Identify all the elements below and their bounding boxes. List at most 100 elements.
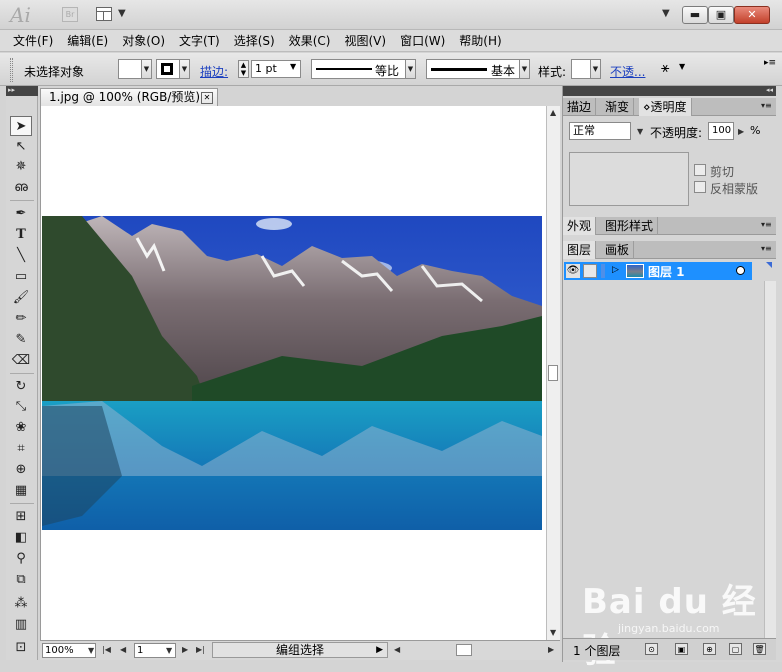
scroll-up-icon[interactable]: ▲ bbox=[550, 108, 556, 117]
placed-landscape-image[interactable] bbox=[42, 216, 542, 530]
scroll-down-icon[interactable]: ▼ bbox=[550, 628, 556, 637]
workspace-dropdown-icon[interactable]: ▼ bbox=[662, 8, 670, 19]
line-tool-icon[interactable]: ╲ bbox=[10, 246, 32, 266]
magic-wand-tool-icon[interactable]: ✵ bbox=[10, 157, 32, 177]
layer-row[interactable]: 👁 ▷ 图层 1 bbox=[564, 262, 772, 280]
menu-window[interactable]: 窗口(W) bbox=[393, 31, 452, 51]
visibility-eye-icon[interactable]: 👁 bbox=[566, 264, 580, 278]
eyedropper-tool-icon[interactable]: ⚲ bbox=[10, 549, 32, 569]
scroll-left-icon[interactable]: ◀ bbox=[394, 645, 400, 654]
type-tool-icon[interactable]: T bbox=[10, 225, 32, 245]
stroke-dropdown[interactable]: ▼ bbox=[179, 59, 190, 79]
brush-definition[interactable]: 基本 bbox=[426, 59, 520, 79]
clip-checkbox[interactable] bbox=[694, 164, 706, 176]
tab-stroke[interactable]: 描边 bbox=[563, 98, 597, 116]
clipping-mask-icon[interactable]: ▣ bbox=[675, 643, 688, 655]
control-bar-grip[interactable] bbox=[10, 58, 13, 82]
first-artboard-icon[interactable]: |◀ bbox=[102, 645, 111, 654]
delete-layer-icon[interactable]: 🗑 bbox=[753, 643, 766, 655]
graphic-style-dropdown[interactable]: ▼ bbox=[590, 59, 601, 79]
mesh-tool-icon[interactable]: ⊞ bbox=[10, 507, 32, 527]
control-panel-menu-icon[interactable]: ▸≡ bbox=[764, 58, 776, 68]
tab-gradient[interactable]: 渐变 bbox=[601, 98, 635, 116]
maximize-button[interactable]: ▣ bbox=[708, 6, 734, 24]
panel-dock-header[interactable]: ◂◂ bbox=[563, 86, 776, 96]
paintbrush-tool-icon[interactable]: 🖌 bbox=[10, 288, 32, 308]
stroke-link[interactable]: 描边: bbox=[200, 63, 228, 80]
gradient-tool-icon[interactable]: ◧ bbox=[10, 528, 32, 548]
layer-selection-area[interactable] bbox=[752, 262, 772, 280]
status-menu-icon[interactable]: ▶ bbox=[376, 643, 383, 657]
layer-target-icon[interactable] bbox=[736, 266, 745, 275]
blend-mode-dropdown-icon[interactable]: ▼ bbox=[637, 127, 643, 136]
menu-type[interactable]: 文字(T) bbox=[172, 31, 227, 51]
last-artboard-icon[interactable]: ▶| bbox=[196, 645, 205, 654]
menu-help[interactable]: 帮助(H) bbox=[452, 31, 508, 51]
close-button[interactable]: ✕ bbox=[734, 6, 770, 24]
stroke-swatch[interactable] bbox=[156, 59, 180, 79]
document-tab[interactable]: 1.jpg @ 100% (RGB/预览) ✕ bbox=[40, 88, 218, 106]
lock-toggle[interactable] bbox=[583, 264, 597, 278]
opacity-mask-thumbnail[interactable] bbox=[569, 152, 689, 206]
brush-dropdown[interactable]: ▼ bbox=[519, 59, 530, 79]
locate-object-icon[interactable]: ⊙ bbox=[645, 643, 658, 655]
isolate-selected-icon[interactable]: ⚹ bbox=[661, 60, 669, 76]
previous-artboard-icon[interactable]: ◀ bbox=[120, 645, 126, 654]
arrange-documents-button[interactable]: ▼ bbox=[96, 6, 130, 23]
pencil-tool-icon[interactable]: ✏ bbox=[10, 309, 32, 329]
shape-builder-tool-icon[interactable]: ⊕ bbox=[10, 460, 32, 480]
tab-artboards[interactable]: 画板 bbox=[601, 241, 635, 259]
new-sublayer-icon[interactable]: ⊕ bbox=[703, 643, 716, 655]
selection-tool-icon[interactable]: ➤ bbox=[10, 116, 32, 136]
invert-mask-checkbox[interactable] bbox=[694, 181, 706, 193]
pen-tool-icon[interactable]: ✒ bbox=[10, 204, 32, 224]
lasso-tool-icon[interactable]: ഌ bbox=[10, 178, 32, 198]
menu-edit[interactable]: 编辑(E) bbox=[60, 31, 115, 51]
rectangle-tool-icon[interactable]: ▭ bbox=[10, 267, 32, 287]
expand-triangle-icon[interactable]: ▷ bbox=[612, 265, 619, 275]
layer-name[interactable]: 图层 1 bbox=[648, 263, 685, 280]
vertical-scroll-thumb[interactable] bbox=[548, 365, 558, 381]
menu-select[interactable]: 选择(S) bbox=[227, 31, 282, 51]
menu-object[interactable]: 对象(O) bbox=[115, 31, 172, 51]
panel-menu-icon[interactable]: ▾≡ bbox=[761, 244, 772, 253]
menu-effect[interactable]: 效果(C) bbox=[282, 31, 338, 51]
eraser-tool-icon[interactable]: ⌫ bbox=[10, 351, 32, 371]
opacity-slider-icon[interactable]: ▶ bbox=[738, 127, 744, 136]
free-transform-tool-icon[interactable]: ⌗ bbox=[10, 439, 32, 459]
blob-brush-tool-icon[interactable]: ✎ bbox=[10, 330, 32, 350]
symbol-sprayer-tool-icon[interactable]: ⁂ bbox=[10, 594, 32, 614]
menu-file[interactable]: 文件(F) bbox=[6, 31, 60, 51]
minimize-button[interactable]: ▬ bbox=[682, 6, 708, 24]
opacity-field[interactable]: 100 bbox=[708, 122, 734, 140]
tab-transparency[interactable]: ⋄透明度 bbox=[639, 98, 692, 116]
tools-panel-header[interactable]: ▸▸ bbox=[6, 86, 38, 96]
fill-swatch[interactable] bbox=[118, 59, 142, 79]
graphic-style-swatch[interactable] bbox=[571, 59, 591, 79]
variable-width-profile[interactable]: 等比 bbox=[311, 59, 406, 79]
new-layer-icon[interactable]: ▢ bbox=[729, 643, 742, 655]
blend-tool-icon[interactable]: ⧉ bbox=[10, 570, 32, 590]
stroke-weight-dropdown-icon[interactable]: ▼ bbox=[290, 62, 296, 71]
warp-tool-icon[interactable]: ❀ bbox=[10, 418, 32, 438]
panel-menu-icon[interactable]: ▾≡ bbox=[761, 101, 772, 110]
perspective-grid-tool-icon[interactable]: ▦ bbox=[10, 481, 32, 501]
column-graph-tool-icon[interactable]: ▥ bbox=[10, 615, 32, 635]
panel-menu-icon[interactable]: ▾≡ bbox=[761, 220, 772, 229]
zoom-dropdown-icon[interactable]: ▼ bbox=[88, 646, 94, 655]
direct-selection-tool-icon[interactable]: ↖ bbox=[10, 137, 32, 157]
stroke-weight-stepper[interactable]: ▲ ▼ bbox=[238, 60, 249, 78]
isolate-dropdown-icon[interactable]: ▼ bbox=[679, 62, 685, 71]
tab-appearance[interactable]: 外观 bbox=[563, 217, 597, 235]
scroll-right-icon[interactable]: ▶ bbox=[548, 645, 554, 654]
scale-tool-icon[interactable]: ⤡ bbox=[10, 397, 32, 417]
menu-view[interactable]: 视图(V) bbox=[337, 31, 393, 51]
close-icon[interactable]: ✕ bbox=[201, 92, 213, 104]
artboard-tool-icon[interactable]: ⊡ bbox=[10, 638, 32, 658]
profile-dropdown[interactable]: ▼ bbox=[405, 59, 416, 79]
horizontal-scroll-thumb[interactable] bbox=[456, 644, 472, 656]
opacity-link[interactable]: 不透... bbox=[610, 63, 645, 80]
tab-graphic-styles[interactable]: 图形样式 bbox=[601, 217, 659, 235]
rotate-tool-icon[interactable]: ↻ bbox=[10, 377, 32, 397]
tab-layers[interactable]: 图层 bbox=[563, 241, 597, 259]
